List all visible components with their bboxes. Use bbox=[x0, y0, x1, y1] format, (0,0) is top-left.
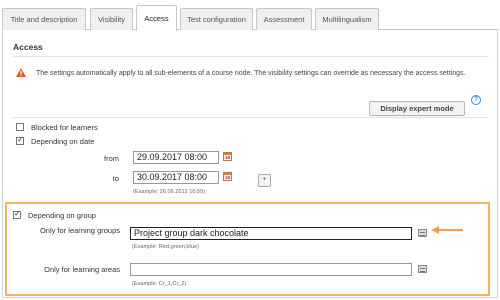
section-title: Access bbox=[13, 42, 43, 52]
display-expert-mode-button[interactable]: Display expert mode bbox=[369, 101, 465, 116]
depending-on-group-label: Depending on group bbox=[28, 211, 96, 220]
tab-test-configuration[interactable]: Test configuration bbox=[180, 8, 253, 30]
tab-title-and-description[interactable]: Title and description bbox=[2, 8, 86, 30]
warning-icon bbox=[16, 68, 26, 77]
depending-on-group-checkbox[interactable] bbox=[13, 209, 21, 219]
blocked-for-learners-checkbox[interactable] bbox=[16, 123, 24, 131]
tab-visibility[interactable]: Visibility bbox=[90, 8, 133, 30]
group-picker-icon[interactable] bbox=[418, 229, 427, 237]
arrow-icon bbox=[431, 226, 463, 234]
from-label: from bbox=[104, 154, 119, 163]
learning-areas-label: Only for learning areas bbox=[44, 265, 120, 274]
tab-assessment[interactable]: Assessment bbox=[256, 8, 312, 30]
calendar-icon[interactable]: 18 bbox=[223, 172, 232, 181]
tab-access[interactable]: Access bbox=[136, 5, 177, 31]
learning-groups-label: Only for learning groups bbox=[39, 226, 120, 235]
blocked-for-learners-label: Blocked for learners bbox=[31, 123, 98, 132]
divider bbox=[13, 56, 489, 57]
warning-message: The settings automatically apply to all … bbox=[36, 70, 466, 77]
depending-on-date-label: Depending on date bbox=[31, 137, 95, 146]
tab-bar: Title and description Visibility Access … bbox=[2, 4, 498, 31]
to-date-input[interactable]: 30.09.2017 08:00 bbox=[133, 171, 219, 184]
tab-multilingualism[interactable]: Multilingualism bbox=[315, 8, 379, 30]
calendar-icon[interactable]: 18 bbox=[223, 152, 232, 161]
depending-on-date-checkbox[interactable] bbox=[16, 135, 24, 145]
date-format-example: (Example: 26.06.2012 16:55) bbox=[133, 189, 206, 195]
learning-areas-input[interactable] bbox=[130, 263, 412, 276]
groups-format-example: (Example: Red,green,blue) bbox=[132, 244, 199, 250]
from-date-input[interactable]: 29.09.2017 08:00 bbox=[133, 151, 219, 164]
help-icon[interactable]: ? bbox=[471, 95, 481, 105]
add-date-button[interactable]: + bbox=[258, 174, 271, 187]
learning-groups-input[interactable]: Project group dark chocolate bbox=[130, 227, 412, 240]
area-picker-icon[interactable] bbox=[418, 265, 427, 273]
to-label: to bbox=[112, 174, 119, 183]
areas-format-example: (Example: Cr_1,Cr_2) bbox=[132, 281, 187, 287]
divider bbox=[13, 117, 489, 118]
